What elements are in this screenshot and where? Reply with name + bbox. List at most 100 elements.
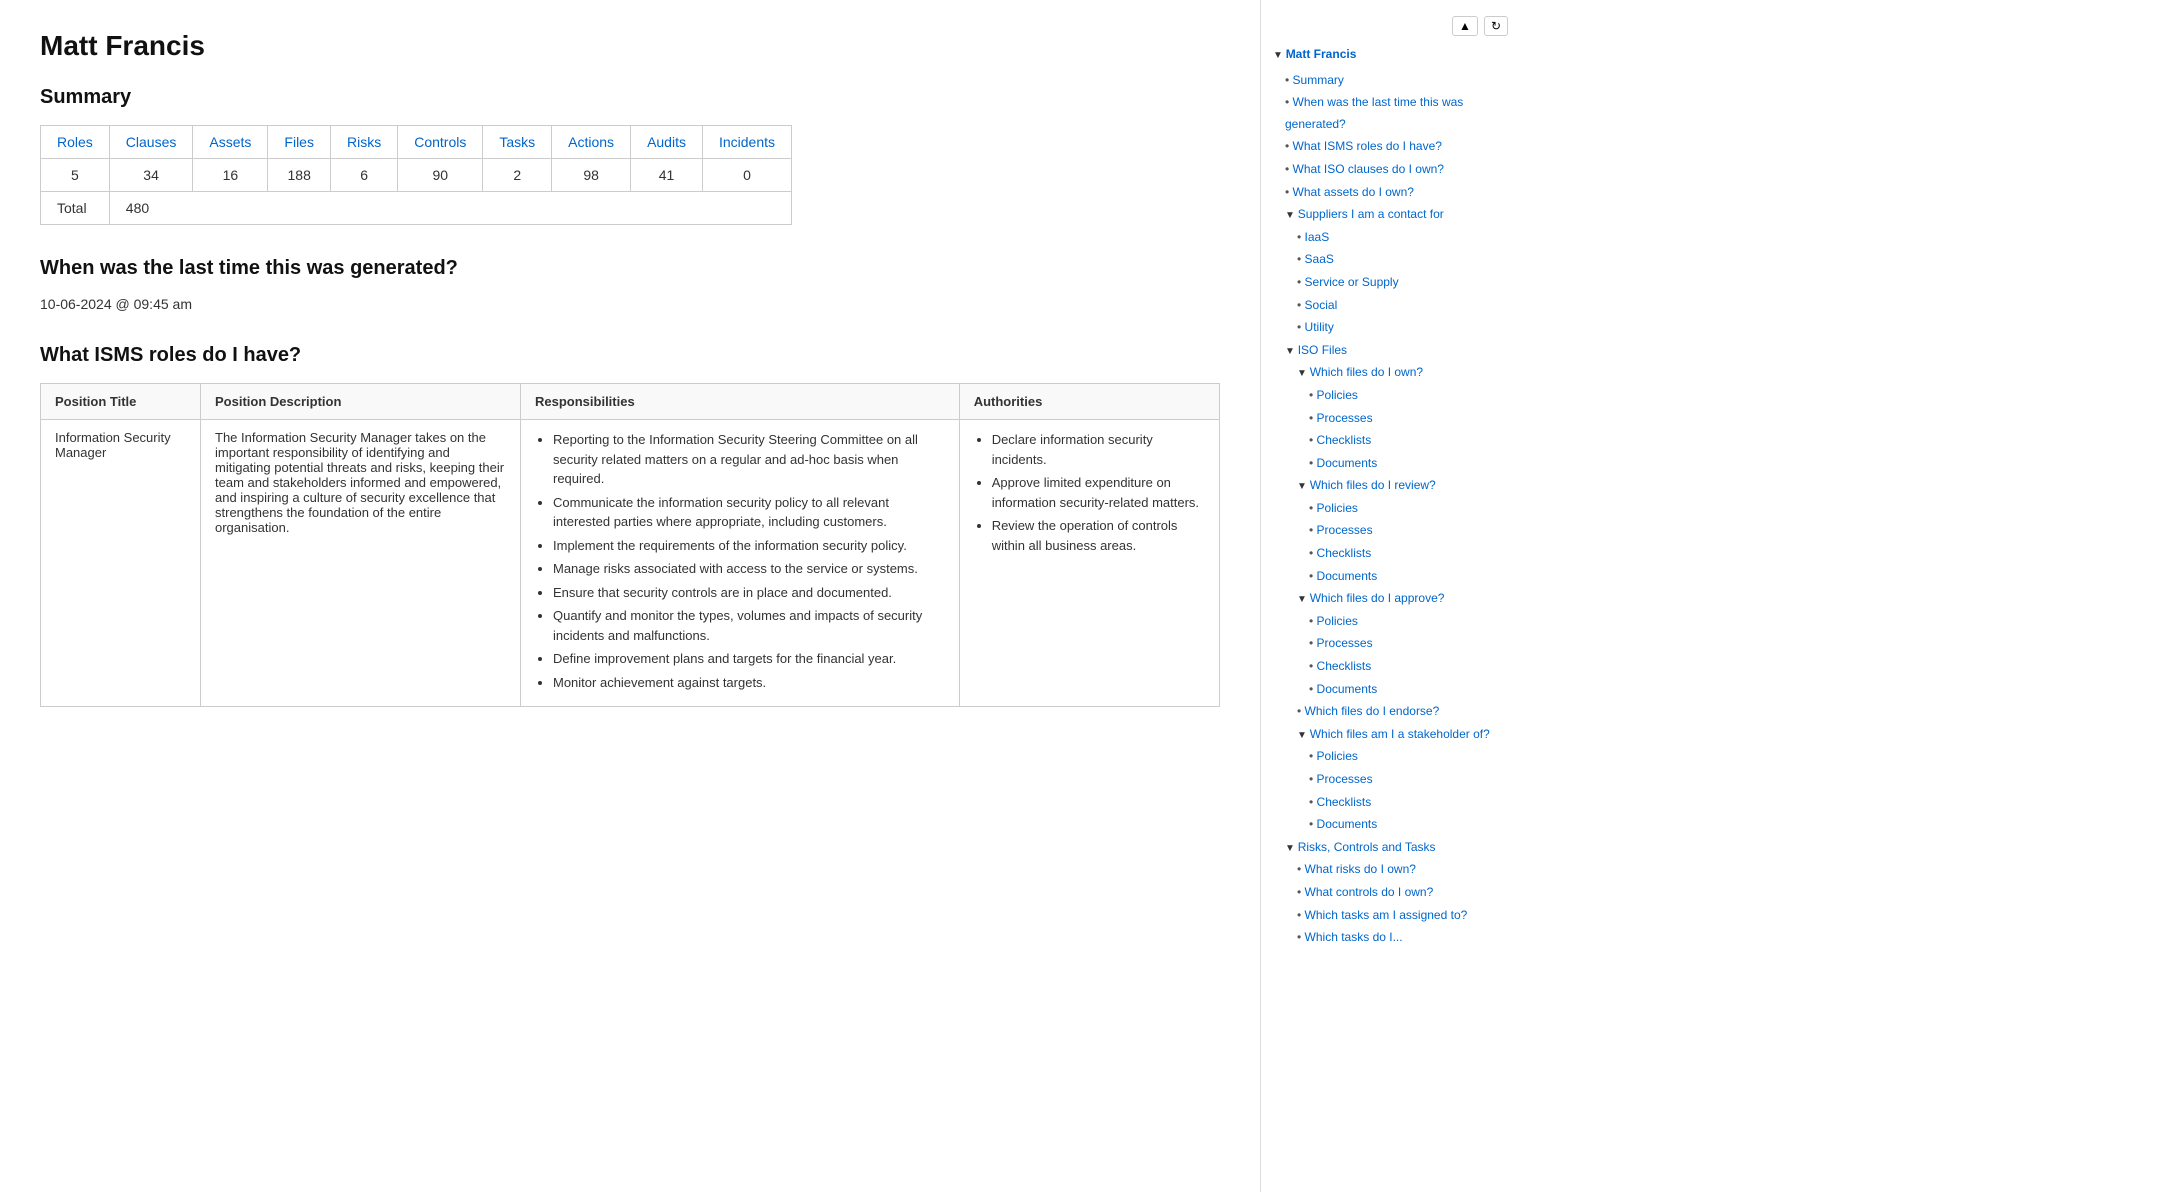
sidebar-item-label[interactable]: ISO Files xyxy=(1298,343,1347,357)
sidebar-controls: ▲ ↻ xyxy=(1273,16,1508,36)
sidebar-item-label[interactable]: Checklists xyxy=(1317,795,1372,809)
sidebar-item[interactable]: • Policies xyxy=(1309,611,1508,633)
total-value: 480 xyxy=(109,192,791,225)
sidebar-item[interactable]: • Which tasks am I assigned to? xyxy=(1297,905,1508,927)
sidebar-item-label[interactable]: Policies xyxy=(1317,501,1358,515)
sidebar-item[interactable]: • What controls do I own? xyxy=(1297,882,1508,904)
sidebar-item-label[interactable]: Which files do I own? xyxy=(1310,365,1423,379)
roles-heading: What ISMS roles do I have? xyxy=(40,344,1220,367)
sidebar-item-label[interactable]: SaaS xyxy=(1305,252,1334,266)
sidebar-item-label[interactable]: What risks do I own? xyxy=(1305,862,1416,876)
sidebar-item[interactable]: • Which files do I endorse? xyxy=(1297,701,1508,723)
sidebar-item[interactable]: • Processes xyxy=(1309,633,1508,655)
collapse-button[interactable]: ▲ xyxy=(1452,16,1478,36)
sidebar-item-label[interactable]: What ISMS roles do I have? xyxy=(1293,139,1442,153)
sidebar-item-label[interactable]: Which files do I approve? xyxy=(1310,591,1445,605)
sidebar-item[interactable]: • Documents xyxy=(1309,814,1508,836)
sidebar-item[interactable]: • What ISO clauses do I own? xyxy=(1285,159,1508,181)
sidebar-item-label[interactable]: Which files am I a stakeholder of? xyxy=(1310,727,1490,741)
sidebar-item[interactable]: • Policies xyxy=(1309,746,1508,768)
sidebar-item-label[interactable]: Processes xyxy=(1317,772,1373,786)
sidebar-item-label[interactable]: Policies xyxy=(1317,749,1358,763)
sidebar-item-label[interactable]: What controls do I own? xyxy=(1305,885,1434,899)
sidebar-item-label[interactable]: Utility xyxy=(1305,320,1334,334)
sidebar-item[interactable]: • Social xyxy=(1297,295,1508,317)
sidebar-item[interactable]: • Which tasks do I... xyxy=(1297,927,1508,949)
summary-column-header: Risks xyxy=(330,126,397,159)
summary-column-header: Roles xyxy=(41,126,110,159)
sidebar-item[interactable]: ▼ Which files do I approve? xyxy=(1297,588,1508,610)
roles-section: What ISMS roles do I have? Position Titl… xyxy=(40,344,1220,707)
sidebar-item-label[interactable]: Processes xyxy=(1317,636,1373,650)
list-item: Monitor achievement against targets. xyxy=(553,673,945,693)
sidebar-item[interactable]: • What risks do I own? xyxy=(1297,859,1508,881)
sidebar-item[interactable]: • Checklists xyxy=(1309,430,1508,452)
sidebar-root[interactable]: ▼ Matt Francis xyxy=(1273,44,1508,66)
list-item: Define improvement plans and targets for… xyxy=(553,649,945,669)
sidebar-item[interactable]: • Policies xyxy=(1309,498,1508,520)
list-item: Review the operation of controls within … xyxy=(992,516,1205,555)
sidebar-item[interactable]: • IaaS xyxy=(1297,227,1508,249)
sidebar-item-label[interactable]: What ISO clauses do I own? xyxy=(1293,162,1444,176)
sidebar-item[interactable]: ▼ ISO Files xyxy=(1285,340,1508,362)
list-item: Ensure that security controls are in pla… xyxy=(553,583,945,603)
sidebar-item-label[interactable]: Processes xyxy=(1317,523,1373,537)
sidebar-item[interactable]: ▼ Which files do I review? xyxy=(1297,475,1508,497)
roles-column-header: Authorities xyxy=(959,384,1219,420)
refresh-button[interactable]: ↻ xyxy=(1484,16,1508,36)
sidebar-item-label[interactable]: When was the last time this was generate… xyxy=(1285,95,1463,131)
sidebar-item-label[interactable]: Checklists xyxy=(1317,546,1372,560)
sidebar-item[interactable]: • Checklists xyxy=(1309,792,1508,814)
sidebar-item-label[interactable]: Which tasks am I assigned to? xyxy=(1305,908,1468,922)
sidebar-item[interactable]: • Documents xyxy=(1309,679,1508,701)
page-title: Matt Francis xyxy=(40,30,1220,62)
sidebar-item-label[interactable]: IaaS xyxy=(1305,230,1330,244)
sidebar-item-label[interactable]: Which files do I endorse? xyxy=(1305,704,1440,718)
sidebar-item[interactable]: ▼ Which files am I a stakeholder of? xyxy=(1297,724,1508,746)
sidebar-item[interactable]: ▼ Suppliers I am a contact for xyxy=(1285,204,1508,226)
sidebar-item[interactable]: • Processes xyxy=(1309,408,1508,430)
sidebar-item-label[interactable]: Service or Supply xyxy=(1305,275,1399,289)
sidebar-item-label[interactable]: What assets do I own? xyxy=(1293,185,1414,199)
sidebar-item-label[interactable]: Summary xyxy=(1293,73,1344,87)
sidebar-item[interactable]: • Policies xyxy=(1309,385,1508,407)
summary-cell: 16 xyxy=(193,159,268,192)
sidebar-item-label[interactable]: Policies xyxy=(1317,614,1358,628)
sidebar-item-label[interactable]: Suppliers I am a contact for xyxy=(1298,207,1444,221)
summary-cell: 188 xyxy=(268,159,331,192)
sidebar-item[interactable]: • Processes xyxy=(1309,769,1508,791)
sidebar-item-label[interactable]: Checklists xyxy=(1317,433,1372,447)
sidebar-item[interactable]: ▼ Which files do I own? xyxy=(1297,362,1508,384)
sidebar-item[interactable]: • Processes xyxy=(1309,520,1508,542)
sidebar-item-label[interactable]: Risks, Controls and Tasks xyxy=(1298,840,1436,854)
sidebar-item-label[interactable]: Documents xyxy=(1317,569,1378,583)
sidebar-item-label[interactable]: Policies xyxy=(1317,388,1358,402)
position-description-cell: The Information Security Manager takes o… xyxy=(201,420,521,707)
sidebar-item-label[interactable]: Documents xyxy=(1317,817,1378,831)
sidebar-item[interactable]: • SaaS xyxy=(1297,249,1508,271)
sidebar-item[interactable]: • When was the last time this was genera… xyxy=(1285,92,1508,135)
sidebar-item-label[interactable]: Documents xyxy=(1317,456,1378,470)
summary-column-header: Clauses xyxy=(109,126,193,159)
sidebar-item[interactable]: • Documents xyxy=(1309,453,1508,475)
sidebar-item-label[interactable]: Social xyxy=(1305,298,1338,312)
list-item: Quantify and monitor the types, volumes … xyxy=(553,606,945,645)
total-label: Total xyxy=(41,192,110,225)
sidebar-item[interactable]: • Checklists xyxy=(1309,543,1508,565)
summary-column-header: Controls xyxy=(398,126,483,159)
sidebar-item[interactable]: • Checklists xyxy=(1309,656,1508,678)
sidebar-item-label[interactable]: Documents xyxy=(1317,682,1378,696)
sidebar-item-label[interactable]: Processes xyxy=(1317,411,1373,425)
sidebar-item[interactable]: • Service or Supply xyxy=(1297,272,1508,294)
sidebar-item[interactable]: • Summary xyxy=(1285,70,1508,92)
sidebar-item[interactable]: • What assets do I own? xyxy=(1285,182,1508,204)
sidebar-item[interactable]: • Documents xyxy=(1309,566,1508,588)
summary-cell: 0 xyxy=(702,159,791,192)
sidebar-item-label[interactable]: Checklists xyxy=(1317,659,1372,673)
sidebar-item[interactable]: • Utility xyxy=(1297,317,1508,339)
sidebar-item-label[interactable]: Which files do I review? xyxy=(1310,478,1436,492)
sidebar-item-label[interactable]: Which tasks do I... xyxy=(1305,930,1403,944)
sidebar-item[interactable]: • What ISMS roles do I have? xyxy=(1285,136,1508,158)
summary-cell: 6 xyxy=(330,159,397,192)
sidebar-item[interactable]: ▼ Risks, Controls and Tasks xyxy=(1285,837,1508,859)
